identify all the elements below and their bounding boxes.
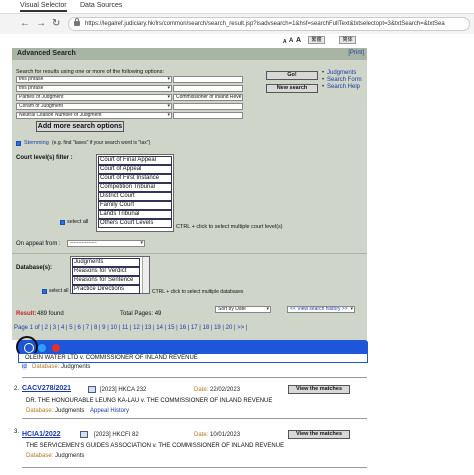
url-field[interactable]: https://legalref.judiciary.hk/lrs/common… xyxy=(68,17,470,31)
stemming-hint: (e.g. find "taxes" if your search word i… xyxy=(52,140,151,146)
search-form-link[interactable]: Search Form xyxy=(327,77,362,83)
sort-select[interactable]: Sort by Date ▾ xyxy=(215,306,271,313)
lang-traditional-button[interactable]: 繁體 xyxy=(308,36,325,44)
db-ctrl-hint: CTRL + click to select multiple database… xyxy=(152,289,244,295)
search-option-select-4[interactable]: Coram of Judgment ▾ xyxy=(16,103,172,110)
search-option-select-5[interactable]: Neutral Citation Number of Judgment ▾ xyxy=(16,112,172,119)
appeal-history-link[interactable]: Appeal History xyxy=(90,408,129,414)
document-icon[interactable] xyxy=(80,431,88,438)
search-option-select-3[interactable]: Parties of Judgment ▾ xyxy=(16,94,172,101)
citation: [2023] HKCFI 82 xyxy=(94,432,139,438)
case-title: DR. THE HONOURABLE LEUNG KA-LAU v. THE C… xyxy=(26,398,273,404)
url-text: https://legalref.judiciary.hk/lrs/common… xyxy=(85,21,445,27)
case-title: THE SERVICEMEN'S GUIDES ASSOCIATION v. T… xyxy=(26,443,285,449)
font-small-button[interactable]: A xyxy=(283,39,287,45)
popup-database: Database: Judgments xyxy=(32,364,91,370)
entry-number: 3. xyxy=(14,429,20,435)
font-medium-button[interactable]: A xyxy=(289,38,293,44)
selected-element-text: OLEIN WATER LTD v. COMMISSIONER OF INLAN… xyxy=(18,353,368,363)
database-label: Database(s): xyxy=(16,265,53,271)
font-large-button[interactable]: A xyxy=(296,37,301,44)
search-option-select-1[interactable]: this phrase ▾ xyxy=(16,76,172,83)
court-option[interactable]: Court of Final Appeal xyxy=(98,156,172,165)
court-option[interactable]: Court of First Instance xyxy=(98,174,172,183)
court-option[interactable]: Lands Tribunal xyxy=(98,210,172,219)
print-link[interactable]: [Print] xyxy=(348,50,364,56)
go-button[interactable]: Go! xyxy=(266,71,318,80)
entry-database: Database: Judgments xyxy=(26,408,85,414)
case-link[interactable]: CACV278/2021 xyxy=(22,385,71,392)
back-arrow-icon[interactable]: ← xyxy=(20,18,30,29)
database-option[interactable]: Reasons for Sentence xyxy=(72,276,140,285)
court-option[interactable]: Court of Appeal xyxy=(98,165,172,174)
db-select-all-label: select all xyxy=(49,288,69,294)
search-text-1[interactable] xyxy=(173,76,243,83)
panel-title: Advanced Search xyxy=(17,50,76,57)
reload-icon[interactable]: ↻ xyxy=(52,18,60,29)
panel-header: Advanced Search [Print] xyxy=(12,48,367,60)
total-pages: Total Pages: 49 xyxy=(120,311,162,317)
page-content: A A A 繁體 简体 Advanced Search [Print] Sear… xyxy=(0,34,474,475)
appeal-label: On appeal from : xyxy=(16,241,61,247)
search-text-5[interactable] xyxy=(173,112,243,119)
court-option[interactable]: Family Court xyxy=(98,201,172,210)
pagination[interactable]: Page 1 of | 2 | 3 | 4 | 5 | 6 | 7 | 8 | … xyxy=(14,325,247,331)
search-text-3[interactable]: Commissioner of Inland Reve xyxy=(173,94,243,101)
court-option[interactable]: District Court xyxy=(98,192,172,201)
close-icon[interactable] xyxy=(52,344,60,352)
database-list-scrollbar[interactable] xyxy=(142,257,149,293)
court-option[interactable]: Competition Tribunal xyxy=(98,183,172,192)
add-more-options-button[interactable]: Add more search options xyxy=(36,121,124,132)
search-option-select-2[interactable]: this phrase ▾ xyxy=(16,85,172,92)
entry-database: Database: Judgments xyxy=(26,453,85,459)
database-option[interactable]: Reasons for Verdict xyxy=(72,267,140,276)
judgment-date: Date: 22/02/2023 xyxy=(194,387,241,393)
lock-icon xyxy=(74,18,80,26)
judgment-date: Date: 10/01/2023 xyxy=(194,432,241,438)
view-matches-button[interactable]: View the matches xyxy=(288,385,350,394)
tab-data-sources[interactable]: Data Sources xyxy=(80,2,122,9)
stemming-checkbox[interactable] xyxy=(16,141,21,146)
check-icon[interactable] xyxy=(38,344,46,352)
search-text-2[interactable] xyxy=(173,85,243,92)
court-ctrl-hint: CTRL + click to select multiple court le… xyxy=(176,224,283,230)
stemming-label: Stemming xyxy=(24,140,49,146)
search-history-select[interactable]: << View search history >> ▾ xyxy=(287,306,355,313)
advanced-search-panel: Advanced Search [Print] Search for resul… xyxy=(12,48,367,340)
case-link[interactable]: HCIA1/2022 xyxy=(22,431,61,438)
entry-number: 2. xyxy=(14,386,20,392)
court-level-label: Court level(s) filter : xyxy=(16,155,73,161)
db-select-all-checkbox[interactable] xyxy=(42,289,47,294)
view-matches-button[interactable]: View the matches xyxy=(288,430,350,439)
appeal-select[interactable]: ---------------- ▾ xyxy=(67,240,145,247)
court-select-all-label: select all xyxy=(67,219,89,225)
judgments-link[interactable]: Judgments xyxy=(327,70,356,76)
court-select-all-checkbox[interactable] xyxy=(60,220,65,225)
database-list[interactable]: Judgments Reasons for Verdict Reasons fo… xyxy=(70,256,150,294)
court-option[interactable]: Others Court Levels xyxy=(98,219,172,228)
new-search-button[interactable]: New search xyxy=(266,84,318,93)
search-help-link[interactable]: Search Help xyxy=(327,84,360,90)
document-icon[interactable] xyxy=(88,386,96,393)
court-level-list[interactable]: Court of Final Appeal Court of Appeal Co… xyxy=(96,154,174,232)
result-count: 489 found xyxy=(37,311,64,317)
tab-visual-selector[interactable]: Visual Selector xyxy=(20,2,67,12)
database-option[interactable]: Practice Directions xyxy=(72,285,140,294)
result-label: Result: xyxy=(16,311,37,317)
search-options-label: Search for results using one or more of … xyxy=(16,69,164,75)
tab-bar: Visual Selector Data Sources xyxy=(0,0,474,14)
forward-arrow-icon[interactable]: → xyxy=(36,18,46,29)
lang-simplified-button[interactable]: 简体 xyxy=(339,36,356,44)
database-option[interactable]: Judgments xyxy=(72,258,140,267)
search-text-4[interactable] xyxy=(173,103,243,110)
selection-marker-icon: id xyxy=(22,364,27,370)
address-bar: ← → ↻ https://legalref.judiciary.hk/lrs/… xyxy=(0,14,474,34)
citation: [2023] HKCA 232 xyxy=(100,387,147,393)
